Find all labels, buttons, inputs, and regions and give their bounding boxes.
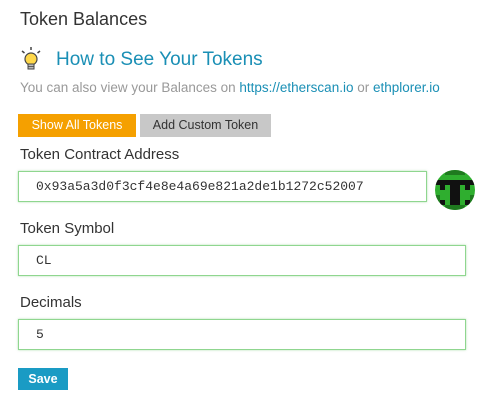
decimals-label: Decimals xyxy=(20,294,82,311)
add-custom-token-button[interactable]: Add Custom Token xyxy=(140,114,271,137)
address-identicon xyxy=(435,170,475,210)
subline-prefix: You can also view your Balances on xyxy=(20,80,240,95)
balances-subline: You can also view your Balances on https… xyxy=(20,80,440,95)
lightbulb-icon xyxy=(20,47,42,73)
etherscan-link[interactable]: https://etherscan.io xyxy=(239,80,353,95)
decimals-input[interactable] xyxy=(18,319,466,350)
page-title: Token Balances xyxy=(20,9,148,29)
subline-middle: or xyxy=(353,80,373,95)
token-balances-panel: Token Balances How to See Your Tokens Yo… xyxy=(0,0,489,410)
contract-address-input[interactable] xyxy=(18,171,427,202)
token-symbol-input[interactable] xyxy=(18,245,466,276)
token-button-row: Show All Tokens Add Custom Token xyxy=(18,114,271,137)
how-to-see-tokens-link[interactable]: How to See Your Tokens xyxy=(56,49,263,71)
show-all-tokens-button[interactable]: Show All Tokens xyxy=(18,114,136,137)
ethplorer-link[interactable]: ethplorer.io xyxy=(373,80,440,95)
contract-address-label: Token Contract Address xyxy=(20,146,180,163)
token-symbol-label: Token Symbol xyxy=(20,220,115,237)
howto-row: How to See Your Tokens xyxy=(20,47,263,73)
save-button[interactable]: Save xyxy=(18,368,68,390)
